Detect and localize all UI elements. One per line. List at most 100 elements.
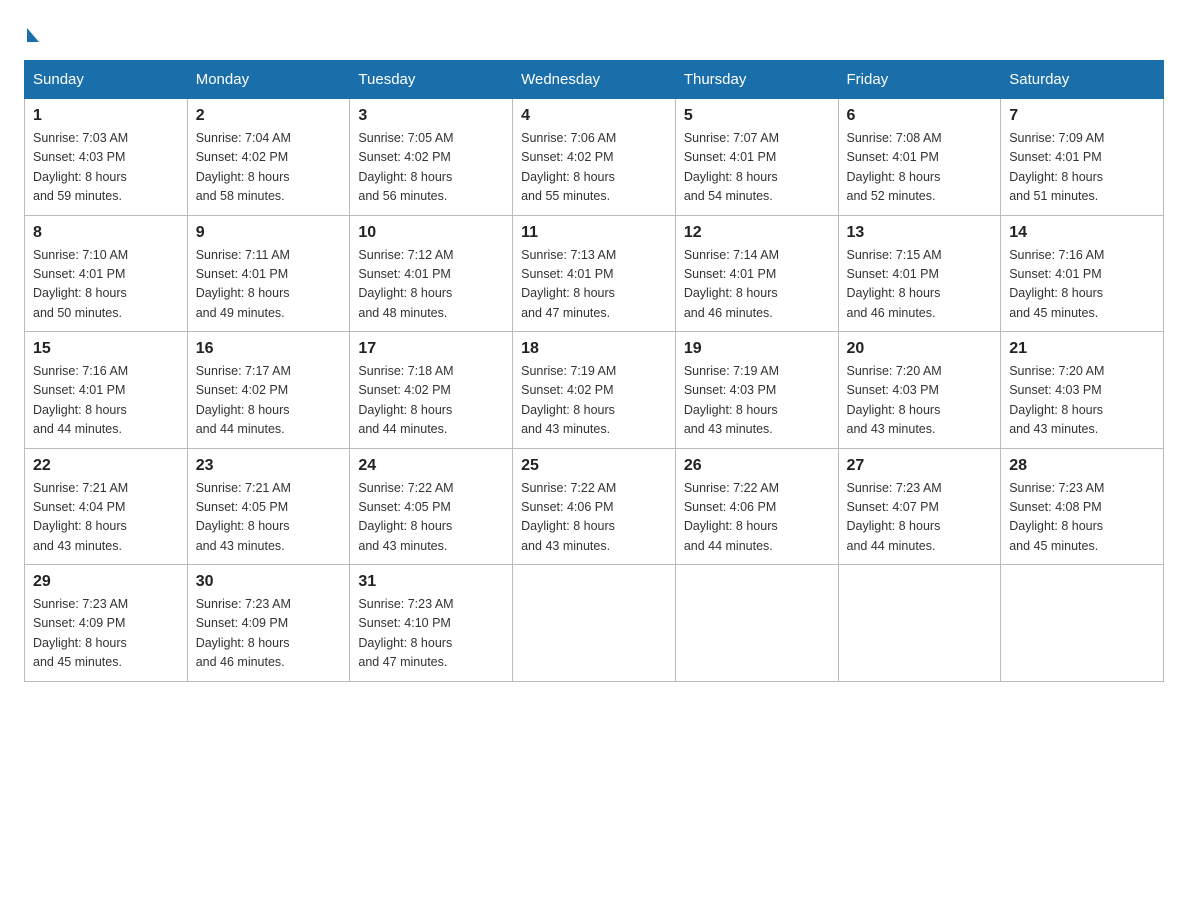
day-number: 30 xyxy=(196,573,342,591)
calendar-week-row: 15 Sunrise: 7:16 AMSunset: 4:01 PMDaylig… xyxy=(25,332,1164,449)
day-info: Sunrise: 7:12 AMSunset: 4:01 PMDaylight:… xyxy=(358,248,453,320)
day-info: Sunrise: 7:03 AMSunset: 4:03 PMDaylight:… xyxy=(33,131,128,203)
calendar-cell: 24 Sunrise: 7:22 AMSunset: 4:05 PMDaylig… xyxy=(350,448,513,565)
day-info: Sunrise: 7:08 AMSunset: 4:01 PMDaylight:… xyxy=(847,131,942,203)
day-number: 31 xyxy=(358,573,504,591)
calendar-cell: 26 Sunrise: 7:22 AMSunset: 4:06 PMDaylig… xyxy=(675,448,838,565)
day-number: 13 xyxy=(847,224,993,242)
day-info: Sunrise: 7:20 AMSunset: 4:03 PMDaylight:… xyxy=(847,364,942,436)
day-number: 10 xyxy=(358,224,504,242)
day-number: 3 xyxy=(358,107,504,125)
day-number: 23 xyxy=(196,457,342,475)
day-number: 25 xyxy=(521,457,667,475)
calendar-cell: 12 Sunrise: 7:14 AMSunset: 4:01 PMDaylig… xyxy=(675,215,838,332)
day-info: Sunrise: 7:11 AMSunset: 4:01 PMDaylight:… xyxy=(196,248,290,320)
calendar-cell xyxy=(675,565,838,682)
day-info: Sunrise: 7:13 AMSunset: 4:01 PMDaylight:… xyxy=(521,248,616,320)
day-number: 19 xyxy=(684,340,830,358)
calendar-cell xyxy=(838,565,1001,682)
day-info: Sunrise: 7:20 AMSunset: 4:03 PMDaylight:… xyxy=(1009,364,1104,436)
logo-top xyxy=(24,24,39,42)
logo xyxy=(24,24,39,40)
day-number: 15 xyxy=(33,340,179,358)
day-info: Sunrise: 7:19 AMSunset: 4:02 PMDaylight:… xyxy=(521,364,616,436)
calendar-table: SundayMondayTuesdayWednesdayThursdayFrid… xyxy=(24,60,1164,682)
day-info: Sunrise: 7:09 AMSunset: 4:01 PMDaylight:… xyxy=(1009,131,1104,203)
calendar-cell: 15 Sunrise: 7:16 AMSunset: 4:01 PMDaylig… xyxy=(25,332,188,449)
day-number: 26 xyxy=(684,457,830,475)
day-info: Sunrise: 7:05 AMSunset: 4:02 PMDaylight:… xyxy=(358,131,453,203)
day-number: 21 xyxy=(1009,340,1155,358)
day-info: Sunrise: 7:16 AMSunset: 4:01 PMDaylight:… xyxy=(33,364,128,436)
day-number: 8 xyxy=(33,224,179,242)
col-header-tuesday: Tuesday xyxy=(350,61,513,99)
day-info: Sunrise: 7:18 AMSunset: 4:02 PMDaylight:… xyxy=(358,364,453,436)
day-info: Sunrise: 7:23 AMSunset: 4:08 PMDaylight:… xyxy=(1009,481,1104,553)
calendar-cell: 10 Sunrise: 7:12 AMSunset: 4:01 PMDaylig… xyxy=(350,215,513,332)
day-number: 16 xyxy=(196,340,342,358)
day-number: 1 xyxy=(33,107,179,125)
col-header-saturday: Saturday xyxy=(1001,61,1164,99)
calendar-cell: 20 Sunrise: 7:20 AMSunset: 4:03 PMDaylig… xyxy=(838,332,1001,449)
day-number: 9 xyxy=(196,224,342,242)
day-info: Sunrise: 7:04 AMSunset: 4:02 PMDaylight:… xyxy=(196,131,291,203)
calendar-cell: 11 Sunrise: 7:13 AMSunset: 4:01 PMDaylig… xyxy=(513,215,676,332)
calendar-week-row: 29 Sunrise: 7:23 AMSunset: 4:09 PMDaylig… xyxy=(25,565,1164,682)
calendar-cell: 1 Sunrise: 7:03 AMSunset: 4:03 PMDayligh… xyxy=(25,99,188,216)
calendar-cell xyxy=(513,565,676,682)
calendar-cell: 4 Sunrise: 7:06 AMSunset: 4:02 PMDayligh… xyxy=(513,99,676,216)
calendar-cell: 28 Sunrise: 7:23 AMSunset: 4:08 PMDaylig… xyxy=(1001,448,1164,565)
day-info: Sunrise: 7:17 AMSunset: 4:02 PMDaylight:… xyxy=(196,364,291,436)
day-number: 28 xyxy=(1009,457,1155,475)
calendar-cell: 7 Sunrise: 7:09 AMSunset: 4:01 PMDayligh… xyxy=(1001,99,1164,216)
calendar-cell: 25 Sunrise: 7:22 AMSunset: 4:06 PMDaylig… xyxy=(513,448,676,565)
day-info: Sunrise: 7:23 AMSunset: 4:10 PMDaylight:… xyxy=(358,597,453,669)
col-header-friday: Friday xyxy=(838,61,1001,99)
day-number: 5 xyxy=(684,107,830,125)
day-number: 4 xyxy=(521,107,667,125)
day-info: Sunrise: 7:10 AMSunset: 4:01 PMDaylight:… xyxy=(33,248,128,320)
day-number: 20 xyxy=(847,340,993,358)
calendar-cell: 30 Sunrise: 7:23 AMSunset: 4:09 PMDaylig… xyxy=(187,565,350,682)
col-header-wednesday: Wednesday xyxy=(513,61,676,99)
calendar-cell: 2 Sunrise: 7:04 AMSunset: 4:02 PMDayligh… xyxy=(187,99,350,216)
calendar-cell: 31 Sunrise: 7:23 AMSunset: 4:10 PMDaylig… xyxy=(350,565,513,682)
calendar-cell: 3 Sunrise: 7:05 AMSunset: 4:02 PMDayligh… xyxy=(350,99,513,216)
calendar-cell: 9 Sunrise: 7:11 AMSunset: 4:01 PMDayligh… xyxy=(187,215,350,332)
col-header-sunday: Sunday xyxy=(25,61,188,99)
day-number: 2 xyxy=(196,107,342,125)
day-info: Sunrise: 7:06 AMSunset: 4:02 PMDaylight:… xyxy=(521,131,616,203)
day-number: 22 xyxy=(33,457,179,475)
calendar-cell: 21 Sunrise: 7:20 AMSunset: 4:03 PMDaylig… xyxy=(1001,332,1164,449)
day-info: Sunrise: 7:21 AMSunset: 4:05 PMDaylight:… xyxy=(196,481,291,553)
calendar-cell: 22 Sunrise: 7:21 AMSunset: 4:04 PMDaylig… xyxy=(25,448,188,565)
calendar-cell: 27 Sunrise: 7:23 AMSunset: 4:07 PMDaylig… xyxy=(838,448,1001,565)
page-header xyxy=(24,24,1164,40)
day-info: Sunrise: 7:19 AMSunset: 4:03 PMDaylight:… xyxy=(684,364,779,436)
day-number: 24 xyxy=(358,457,504,475)
calendar-cell: 17 Sunrise: 7:18 AMSunset: 4:02 PMDaylig… xyxy=(350,332,513,449)
col-header-thursday: Thursday xyxy=(675,61,838,99)
calendar-cell: 29 Sunrise: 7:23 AMSunset: 4:09 PMDaylig… xyxy=(25,565,188,682)
calendar-cell: 5 Sunrise: 7:07 AMSunset: 4:01 PMDayligh… xyxy=(675,99,838,216)
day-number: 14 xyxy=(1009,224,1155,242)
calendar-cell: 23 Sunrise: 7:21 AMSunset: 4:05 PMDaylig… xyxy=(187,448,350,565)
calendar-cell: 8 Sunrise: 7:10 AMSunset: 4:01 PMDayligh… xyxy=(25,215,188,332)
calendar-header-row: SundayMondayTuesdayWednesdayThursdayFrid… xyxy=(25,61,1164,99)
day-info: Sunrise: 7:23 AMSunset: 4:09 PMDaylight:… xyxy=(33,597,128,669)
day-info: Sunrise: 7:16 AMSunset: 4:01 PMDaylight:… xyxy=(1009,248,1104,320)
logo-arrow-icon xyxy=(27,28,39,42)
calendar-cell xyxy=(1001,565,1164,682)
day-number: 12 xyxy=(684,224,830,242)
day-number: 11 xyxy=(521,224,667,242)
calendar-week-row: 1 Sunrise: 7:03 AMSunset: 4:03 PMDayligh… xyxy=(25,99,1164,216)
day-number: 29 xyxy=(33,573,179,591)
day-info: Sunrise: 7:21 AMSunset: 4:04 PMDaylight:… xyxy=(33,481,128,553)
col-header-monday: Monday xyxy=(187,61,350,99)
calendar-cell: 14 Sunrise: 7:16 AMSunset: 4:01 PMDaylig… xyxy=(1001,215,1164,332)
calendar-cell: 13 Sunrise: 7:15 AMSunset: 4:01 PMDaylig… xyxy=(838,215,1001,332)
day-info: Sunrise: 7:07 AMSunset: 4:01 PMDaylight:… xyxy=(684,131,779,203)
day-number: 27 xyxy=(847,457,993,475)
day-info: Sunrise: 7:23 AMSunset: 4:07 PMDaylight:… xyxy=(847,481,942,553)
day-info: Sunrise: 7:23 AMSunset: 4:09 PMDaylight:… xyxy=(196,597,291,669)
